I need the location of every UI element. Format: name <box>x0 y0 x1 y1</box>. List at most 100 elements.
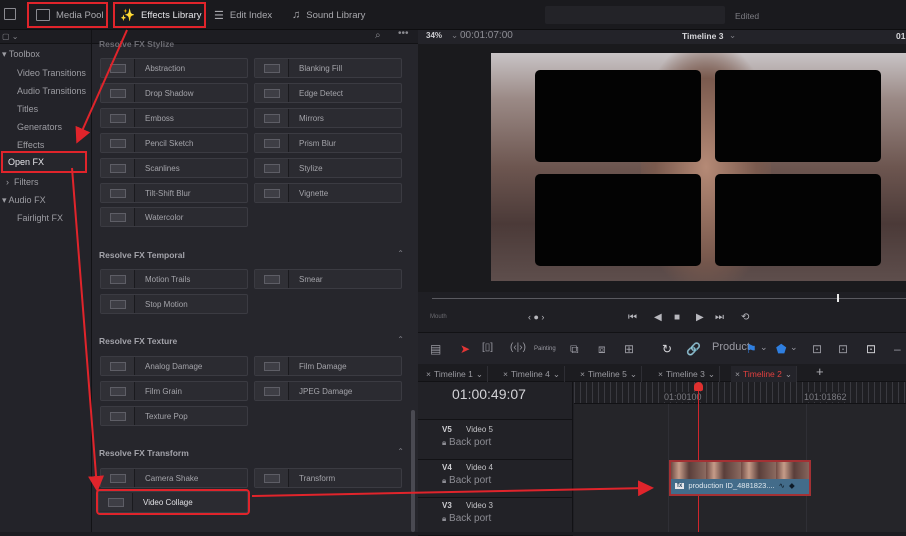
trim-tool-icon[interactable]: [▯] <box>482 342 493 353</box>
link-icon[interactable]: 🔗 <box>686 342 701 356</box>
zoom-detail-icon[interactable]: ⊡ <box>838 342 848 356</box>
fx-edge-detect[interactable]: Edge Detect <box>254 83 402 103</box>
fx-watercolor[interactable]: Watercolor <box>100 207 248 227</box>
tree-item-generators[interactable]: Generators <box>17 122 62 132</box>
insert-clip-icon[interactable]: ⧉ <box>570 342 579 357</box>
tree-item-fairlight-fx[interactable]: Fairlight FX <box>17 213 63 223</box>
fx-film-grain[interactable]: Film Grain <box>100 381 248 401</box>
keyframe-icon[interactable]: ◆ <box>789 481 795 490</box>
stop-icon[interactable]: ■ <box>674 312 680 323</box>
track-header-v3[interactable]: V3 Video 3 🔒︎ Back port <box>418 498 573 536</box>
sound-library-button[interactable]: ♫ Sound Library <box>292 4 365 26</box>
play-reverse-icon[interactable]: ◀ <box>654 312 662 323</box>
media-pool-button[interactable]: Media Pool <box>27 2 108 28</box>
tab-timeline-1[interactable]: × Timeline 1 ⌄ <box>422 366 488 382</box>
scrubber-bar[interactable] <box>432 298 906 299</box>
curve-icon[interactable]: ∿ <box>779 481 785 490</box>
go-to-start-icon[interactable]: ⏮ <box>628 312 637 323</box>
loop-icon[interactable]: ⟲ <box>741 312 749 323</box>
tree-item-toolbox[interactable]: ▾ Toolbox <box>2 49 40 60</box>
panel-toggle-icon[interactable]: ▢ ⌄ <box>2 32 18 41</box>
zoom-custom-icon[interactable]: ⊡ <box>866 342 876 356</box>
add-timeline-icon[interactable]: + <box>816 364 824 379</box>
tree-item-video-transitions[interactable]: Video Transitions <box>17 68 86 78</box>
track-header-v5[interactable]: V5 Video 5 🔒︎ Back port <box>418 422 573 460</box>
timeline-ruler[interactable]: 01:00100 101:01862 <box>574 382 906 404</box>
tree-item-audio-fx[interactable]: ▾ Audio FX <box>2 195 46 206</box>
selection-tool-icon[interactable]: ➤ <box>460 342 470 356</box>
effects-scrollbar[interactable] <box>411 410 415 532</box>
replace-clip-icon[interactable]: ⊞ <box>624 342 634 356</box>
tree-item-filters[interactable]: › Filters <box>6 177 39 187</box>
fx-prism-blur[interactable]: Prism Blur <box>254 133 402 153</box>
collapse-temporal-icon[interactable]: ⌃ <box>397 249 404 258</box>
playhead-line[interactable] <box>698 382 699 532</box>
play-icon[interactable]: ▶ <box>696 312 704 323</box>
fx-abstraction[interactable]: Abstraction <box>100 58 248 78</box>
effects-library-button[interactable]: ✨ Effects Library <box>113 2 206 28</box>
overwrite-clip-icon[interactable]: ⧈ <box>598 342 606 357</box>
fx-smear[interactable]: Smear <box>254 269 402 289</box>
tab-timeline-5[interactable]: × Timeline 5 ⌄ <box>576 366 642 382</box>
fx-jpeg-damage[interactable]: JPEG Damage <box>254 381 402 401</box>
fx-blanking-fill[interactable]: Blanking Fill <box>254 58 402 78</box>
flag-icon[interactable]: ⚑ <box>746 342 757 356</box>
tab-timeline-2[interactable]: × Timeline 2 ⌄ <box>731 366 797 382</box>
video-viewer[interactable] <box>418 44 906 292</box>
fx-motion-trails[interactable]: Motion Trails <box>100 269 248 289</box>
collapse-transform-icon[interactable]: ⌃ <box>397 447 404 456</box>
close-icon[interactable]: × <box>580 369 585 379</box>
close-icon[interactable]: × <box>426 369 431 379</box>
zoom-out-icon[interactable]: – <box>894 342 901 356</box>
playhead-handle[interactable] <box>694 382 703 391</box>
fx-tilt-shift-blur[interactable]: Tilt-Shift Blur <box>100 183 248 203</box>
chevron-down-icon[interactable]: ⌄ <box>729 30 736 41</box>
search-icon[interactable]: ⌕ <box>375 30 381 41</box>
tree-item-open-fx[interactable]: Open FX <box>1 151 87 173</box>
fx-analog-damage[interactable]: Analog Damage <box>100 356 248 376</box>
fx-film-damage[interactable]: Film Damage <box>254 356 402 376</box>
tab-timeline-4[interactable]: × Timeline 4 ⌄ <box>499 366 565 382</box>
collapse-texture-icon[interactable]: ⌃ <box>397 335 404 344</box>
tree-item-titles[interactable]: Titles <box>17 104 38 114</box>
zoom-level[interactable]: 34% <box>426 31 442 40</box>
edit-index-button[interactable]: ☰ Edit Index <box>214 4 272 26</box>
lock-icon[interactable]: 🔒︎ <box>442 476 446 485</box>
fx-vignette[interactable]: Vignette <box>254 183 402 203</box>
jog-control[interactable]: ‹ ● › <box>528 312 544 322</box>
fx-pencil-sketch[interactable]: Pencil Sketch <box>100 133 248 153</box>
workspace-icon[interactable] <box>4 8 16 20</box>
fx-drop-shadow[interactable]: Drop Shadow <box>100 83 248 103</box>
chevron-down-icon[interactable]: ⌄ <box>476 369 483 380</box>
timeline-tracks[interactable]: 01:00100 101:01862 <box>574 382 906 532</box>
chevron-down-icon[interactable]: ⌄ <box>553 369 560 380</box>
fx-scanlines[interactable]: Scanlines <box>100 158 248 178</box>
tree-item-effects[interactable]: Effects <box>17 140 44 150</box>
fx-texture-pop[interactable]: Texture Pop <box>100 406 248 426</box>
close-icon[interactable]: × <box>658 369 663 379</box>
chevron-down-icon[interactable]: ⌄ <box>785 369 792 380</box>
timeline-clip[interactable]: fx production ID_4881823.... ∿ ◆ <box>669 460 811 496</box>
close-icon[interactable]: × <box>735 369 740 379</box>
close-icon[interactable]: × <box>503 369 508 379</box>
lock-icon[interactable]: 🔒︎ <box>442 438 446 447</box>
chevron-down-icon[interactable]: ⌄ <box>451 30 458 41</box>
lock-icon[interactable]: 🔒︎ <box>442 514 446 523</box>
chevron-down-icon[interactable]: ⌄ <box>630 369 637 380</box>
chevron-down-icon[interactable]: ⌄ <box>760 342 768 353</box>
timeline-selector[interactable]: Timeline 3 <box>682 31 723 41</box>
fx-stylize[interactable]: Stylize <box>254 158 402 178</box>
marker-icon[interactable]: ⬟ <box>776 342 786 356</box>
fx-transform[interactable]: Transform <box>254 468 402 488</box>
more-options-icon[interactable]: ••• <box>398 28 409 39</box>
chevron-down-icon[interactable]: ⌄ <box>790 342 798 353</box>
track-header-v4[interactable]: V4 Video 4 🔒︎ Back port <box>418 460 573 498</box>
zoom-full-icon[interactable]: ⊡ <box>812 342 822 356</box>
go-to-end-icon[interactable]: ⏭ <box>715 312 724 323</box>
chevron-down-icon[interactable]: ⌄ <box>708 369 715 380</box>
fx-mirrors[interactable]: Mirrors <box>254 108 402 128</box>
fx-video-collage[interactable]: Video Collage <box>96 489 250 515</box>
blade-tool-icon[interactable]: (‹|›) <box>510 342 526 353</box>
tab-timeline-3[interactable]: × Timeline 3 ⌄ <box>654 366 720 382</box>
tree-item-audio-transitions[interactable]: Audio Transitions <box>17 86 86 96</box>
